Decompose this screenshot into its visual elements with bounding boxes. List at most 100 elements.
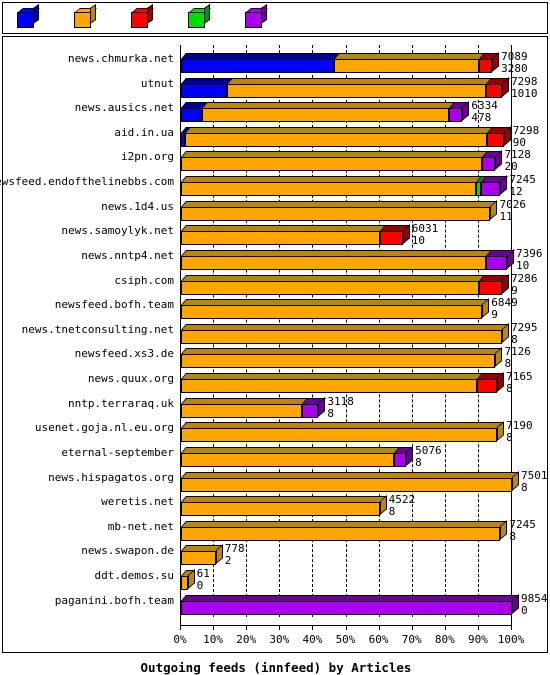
bar-segment-refused[interactable] bbox=[181, 545, 223, 566]
bar-row[interactable] bbox=[181, 470, 520, 492]
bar-segment-rejected[interactable] bbox=[477, 373, 505, 394]
bar-row[interactable] bbox=[181, 150, 512, 172]
bar-value-secondary: 20 bbox=[504, 160, 518, 174]
bar-row[interactable] bbox=[181, 199, 512, 221]
bar-value-secondary: 8 bbox=[511, 332, 518, 346]
bar-row[interactable] bbox=[181, 495, 512, 517]
bar-segment-top bbox=[181, 200, 498, 207]
legend-item-rejected[interactable] bbox=[131, 3, 162, 28]
bar-row[interactable] bbox=[181, 101, 512, 123]
chart-title: Outgoing feeds (innfeed) by Articles bbox=[140, 660, 412, 675]
bar-row[interactable] bbox=[181, 125, 512, 147]
bar-row[interactable] bbox=[181, 273, 512, 295]
bar-segment-top bbox=[181, 471, 520, 478]
y-axis-label: newsfeed.endofthelinebbs.com bbox=[0, 175, 174, 189]
bar-value-total: 3118 bbox=[327, 394, 354, 408]
bar-value-secondary: 12 bbox=[509, 185, 523, 199]
bar-row[interactable] bbox=[181, 175, 512, 197]
bar-segment-rejected[interactable] bbox=[379, 225, 410, 246]
bar-segment-refused[interactable] bbox=[181, 348, 503, 369]
x-tick-label: 30% bbox=[269, 633, 290, 646]
x-tick-label: 10% bbox=[203, 633, 224, 646]
x-tick bbox=[246, 625, 248, 630]
bar-segment-rejected[interactable] bbox=[478, 53, 500, 73]
bar-segment-refused[interactable] bbox=[334, 53, 486, 73]
x-tick-label: 0% bbox=[173, 633, 187, 646]
chart-page: news.chmurka.net utnut news.ausics.net aid.… bbox=[0, 0, 550, 675]
bar-segment-top bbox=[181, 274, 486, 281]
bar-segment-rejected[interactable] bbox=[487, 126, 511, 147]
bar-segment-refused[interactable] bbox=[181, 274, 486, 295]
bar-end-cap bbox=[462, 101, 470, 122]
x-tick-label: 70% bbox=[401, 633, 422, 646]
bar-segment-spooled[interactable] bbox=[449, 102, 470, 123]
bar-segment-refused[interactable] bbox=[181, 496, 387, 517]
bar-segment-refused[interactable] bbox=[184, 126, 495, 147]
bar-segment-accepted[interactable] bbox=[181, 53, 342, 73]
bar-segment-top bbox=[181, 225, 387, 232]
legend-item-spooled[interactable] bbox=[245, 3, 276, 28]
bar-segment-top bbox=[181, 176, 483, 183]
bar-segment-refused[interactable] bbox=[201, 102, 457, 123]
bar-row[interactable] bbox=[181, 298, 512, 320]
bar-segment-top bbox=[184, 126, 495, 133]
bar-segment-top bbox=[201, 102, 457, 109]
bar-segment-refused[interactable] bbox=[181, 225, 387, 246]
bar-end-cap bbox=[500, 175, 508, 196]
x-tick bbox=[411, 625, 413, 630]
bar-segment-refused[interactable] bbox=[181, 299, 490, 320]
bar-segment-spooled[interactable] bbox=[394, 446, 414, 467]
bar-value-secondary: 8 bbox=[415, 455, 422, 469]
bar-segment-refused[interactable] bbox=[181, 200, 498, 221]
bar-segment-refused[interactable] bbox=[181, 570, 195, 591]
bar-segment-refused[interactable] bbox=[181, 446, 402, 467]
bar-segment-refused[interactable] bbox=[181, 397, 309, 418]
bar-row[interactable] bbox=[181, 593, 520, 615]
bar-segment-refused[interactable] bbox=[226, 77, 493, 98]
bar-value-secondary: 478 bbox=[471, 111, 492, 125]
x-tick bbox=[312, 625, 314, 630]
bar-segment-refused[interactable] bbox=[181, 151, 490, 172]
bar-row[interactable] bbox=[181, 519, 512, 541]
bar-value-secondary: 8 bbox=[509, 529, 517, 543]
bar-row[interactable] bbox=[181, 569, 512, 591]
bar-row[interactable] bbox=[181, 249, 515, 270]
bar-row[interactable] bbox=[181, 372, 512, 394]
legend-item-missing[interactable] bbox=[188, 3, 219, 28]
legend-item-accepted[interactable] bbox=[17, 3, 48, 28]
bar-value-secondary: 2 bbox=[224, 554, 232, 568]
bar-segment-spooled[interactable] bbox=[480, 176, 508, 197]
bar-segment-rejected[interactable] bbox=[485, 77, 510, 98]
bar-segment-accepted[interactable] bbox=[181, 102, 209, 123]
bar-segment-refused[interactable] bbox=[181, 471, 520, 492]
bar-segment-refused[interactable] bbox=[181, 373, 485, 394]
bar-end-cap bbox=[495, 150, 503, 171]
bar-segment-accepted[interactable] bbox=[181, 77, 234, 98]
bar-segment-refused[interactable] bbox=[181, 249, 493, 270]
bar-row[interactable] bbox=[181, 224, 512, 246]
bar-value-secondary: 8 bbox=[521, 480, 528, 494]
bar-segment-refused[interactable] bbox=[181, 323, 510, 344]
bar-row[interactable] bbox=[181, 52, 512, 73]
bar-segment-spooled[interactable] bbox=[485, 249, 515, 270]
bar-end-cap bbox=[497, 421, 505, 442]
bar-row[interactable] bbox=[181, 322, 512, 344]
bar-segment-spooled[interactable] bbox=[482, 151, 503, 172]
bar-segment-spooled[interactable] bbox=[301, 397, 326, 418]
bar-segment-refused[interactable] bbox=[181, 520, 508, 541]
bar-value-secondary: 9 bbox=[491, 308, 498, 322]
bar-segment-refused[interactable] bbox=[181, 422, 505, 443]
legend-item-refused[interactable] bbox=[74, 3, 105, 28]
x-tick-label: 80% bbox=[434, 633, 455, 646]
bar-row[interactable] bbox=[181, 421, 512, 443]
bar-row[interactable] bbox=[181, 446, 512, 467]
bar-segment-top bbox=[181, 373, 485, 380]
bar-segment-top bbox=[334, 53, 486, 59]
bar-row[interactable] bbox=[181, 76, 512, 98]
x-tick-label: 50% bbox=[335, 633, 356, 646]
y-axis-label: newsfeed.bofh.team bbox=[54, 298, 174, 312]
bar-row[interactable] bbox=[181, 347, 512, 369]
bar-segment-spooled[interactable] bbox=[181, 594, 520, 615]
bar-segment-refused[interactable] bbox=[181, 176, 483, 197]
bar-segment-rejected[interactable] bbox=[478, 274, 510, 295]
